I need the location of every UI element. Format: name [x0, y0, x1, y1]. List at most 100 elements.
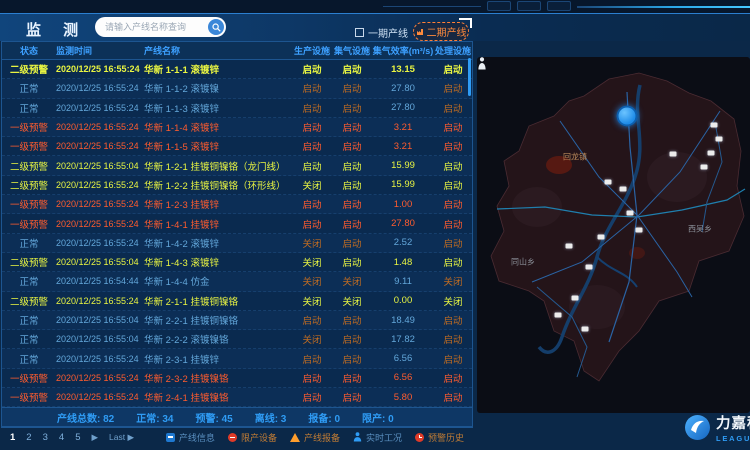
- cell-time: 2020/12/25 16:55:24: [56, 199, 142, 209]
- cell-prod: 启动: [292, 101, 332, 115]
- station-marker[interactable]: [605, 180, 612, 185]
- station-marker[interactable]: [582, 327, 589, 332]
- decor-line: [383, 6, 481, 7]
- table-row[interactable]: 一级预警2020/12/25 16:55:24华新 1-1-5 滚镀锌启动启动3…: [2, 137, 472, 156]
- page-button[interactable]: 1: [10, 432, 15, 443]
- cell-name: 华新 2-3-1 挂镀锌: [142, 352, 292, 366]
- station-marker[interactable]: [708, 151, 715, 156]
- cell-time: 2020/12/25 16:54:44: [56, 276, 142, 286]
- table-row[interactable]: 一级预警2020/12/25 16:55:24华新 2-3-2 挂镀镍铬启动启动…: [2, 369, 472, 388]
- legend-limited-equipment[interactable]: 限产设备: [228, 431, 277, 444]
- cell-treat: 启动: [434, 217, 472, 231]
- cell-status: 正常: [2, 236, 56, 250]
- next-page-button[interactable]: ▶: [91, 432, 98, 443]
- cell-treat: 启动: [434, 313, 472, 327]
- cell-time: 2020/12/25 16:55:04: [56, 257, 142, 267]
- terrain-patch: [569, 285, 625, 329]
- search-icon: [212, 23, 221, 32]
- page-button[interactable]: 3: [43, 432, 48, 443]
- station-marker[interactable]: [572, 296, 579, 301]
- cell-treat: 启动: [434, 178, 472, 192]
- table-row[interactable]: 一级预警2020/12/25 16:55:24华新 1-4-1 挂镀锌启动启动2…: [2, 214, 472, 233]
- table-scrollbar[interactable]: [468, 58, 471, 96]
- table-row[interactable]: 正常2020/12/25 16:55:04华新 2-2-1 挂镀铜镍铬启动启动1…: [2, 311, 472, 330]
- bottom-toolbar: 12 345 ▶ Last ▶ 产线信息 限产设备 产线报备 实时工况: [2, 426, 472, 447]
- table-row[interactable]: 二级预警2020/12/25 16:55:04华新 1-2-1 挂镀铜镍铬（龙门…: [2, 156, 472, 175]
- table-row[interactable]: 一级预警2020/12/25 16:55:24华新 1-2-3 挂镀锌启动启动1…: [2, 195, 472, 214]
- page-button[interactable]: 4: [59, 432, 64, 443]
- station-marker[interactable]: [701, 165, 708, 170]
- column-header: 状态: [2, 44, 56, 57]
- station-marker[interactable]: [627, 211, 634, 216]
- cell-status: 二级预警: [2, 255, 56, 269]
- station-marker[interactable]: [716, 137, 723, 142]
- cell-prod: 启动: [292, 217, 332, 231]
- cell-name: 华新 1-1-1 滚镀锌: [142, 62, 292, 76]
- station-marker[interactable]: [636, 228, 643, 233]
- cell-status: 正常: [2, 332, 56, 346]
- table-row[interactable]: 正常2020/12/25 16:55:24华新 2-3-1 挂镀锌启动启动6.5…: [2, 349, 472, 368]
- cell-gas: 关闭: [332, 294, 372, 308]
- table-row[interactable]: 正常2020/12/25 16:55:24华新 1-4-2 滚镀锌关闭启动2.5…: [2, 234, 472, 253]
- station-marker[interactable]: [711, 123, 718, 128]
- cell-status: 正常: [2, 81, 56, 95]
- last-page-button[interactable]: Last ▶: [109, 432, 134, 443]
- legend-line-report[interactable]: 产线报备: [290, 431, 340, 444]
- table-row[interactable]: 二级预警2020/12/25 16:55:24华新 1-2-2 挂镀铜镍铬（环形…: [2, 176, 472, 195]
- cell-treat: 启动: [434, 139, 472, 153]
- logo-icon: [684, 414, 711, 441]
- cell-rate: 17.82: [372, 334, 434, 345]
- cell-name: 华新 2-4-1 挂镀镍铬: [142, 390, 292, 404]
- cell-name: 华新 2-1-1 挂镀铜镍铬: [142, 294, 292, 308]
- station-marker[interactable]: [620, 187, 627, 192]
- table-row[interactable]: 正常2020/12/25 16:54:44华新 1-4-4 仿金关闭关闭9.11…: [2, 272, 472, 291]
- cell-status: 一级预警: [2, 371, 56, 385]
- cell-treat: 启动: [434, 332, 472, 346]
- search-button[interactable]: [208, 19, 224, 35]
- table-row[interactable]: 一级预警2020/12/25 16:55:24华新 2-4-1 挂镀镍铬启动启动…: [2, 388, 472, 407]
- cell-time: 2020/12/25 16:55:24: [56, 373, 142, 383]
- cell-rate: 27.80: [372, 102, 434, 113]
- cell-gas: 启动: [332, 159, 372, 173]
- square-info-icon: [166, 433, 175, 442]
- station-marker[interactable]: [670, 152, 677, 157]
- legend-alarm-history[interactable]: 预警历史: [415, 431, 464, 444]
- station-marker[interactable]: [555, 313, 562, 318]
- column-header: 产线名称: [142, 44, 292, 57]
- map-canvas: [477, 57, 750, 413]
- table-row[interactable]: 正常2020/12/25 16:55:24华新 1-1-2 滚镀镍启动启动27.…: [2, 79, 472, 98]
- decor-box: [547, 1, 571, 11]
- station-marker[interactable]: [586, 265, 593, 270]
- station-marker[interactable]: [598, 235, 605, 240]
- column-header: 处理设施: [434, 44, 472, 57]
- legend-label: 限产设备: [241, 431, 277, 444]
- stat-离线: 离线: 3: [255, 410, 287, 425]
- page-button[interactable]: 2: [26, 432, 31, 443]
- cell-time: 2020/12/25 16:55:24: [56, 83, 142, 93]
- cell-prod: 关闭: [292, 274, 332, 288]
- page-button[interactable]: 5: [75, 432, 80, 443]
- table-header-row: 状态监测时间产线名称生产设施集气设施集气效率(m³/s)处理设施: [2, 42, 472, 60]
- cell-status: 正常: [2, 352, 56, 366]
- table-row[interactable]: 一级预警2020/12/25 16:55:24华新 1-1-4 滚镀锌启动启动3…: [2, 118, 472, 137]
- cell-time: 2020/12/25 16:55:24: [56, 354, 142, 364]
- station-marker[interactable]: [566, 244, 573, 249]
- table-row[interactable]: 正常2020/12/25 16:55:04华新 2-2-2 滚镀镍铬关闭启动17…: [2, 330, 472, 349]
- legend-line-info[interactable]: 产线信息: [166, 431, 215, 444]
- selected-station-marker[interactable]: [617, 106, 638, 127]
- stat-限产: 限产: 0: [362, 410, 394, 425]
- table-row[interactable]: 二级预警2020/12/25 16:55:24华新 2-1-1 挂镀铜镍铬关闭关…: [2, 292, 472, 311]
- cell-rate: 1.00: [372, 199, 434, 210]
- search-input[interactable]: [95, 22, 208, 32]
- cell-time: 2020/12/25 16:55:24: [56, 141, 142, 151]
- legend-realtime-status[interactable]: 实时工况: [353, 431, 402, 444]
- cell-gas: 启动: [332, 197, 372, 211]
- table-row[interactable]: 二级预警2020/12/25 16:55:04华新 1-4-3 滚镀锌关闭启动1…: [2, 253, 472, 272]
- cell-time: 2020/12/25 16:55:04: [56, 334, 142, 344]
- table-row[interactable]: 二级预警2020/12/25 16:55:24华新 1-1-1 滚镀锌启动启动1…: [2, 60, 472, 79]
- phase1-checkbox[interactable]: 一期产线: [355, 25, 408, 40]
- logo-subtitle: LEAGUE TE: [716, 434, 750, 443]
- table-row[interactable]: 正常2020/12/25 16:55:24华新 1-1-3 滚镀锌启动启动27.…: [2, 99, 472, 118]
- cell-time: 2020/12/25 16:55:24: [56, 122, 142, 132]
- person-marker-icon[interactable]: [477, 57, 487, 70]
